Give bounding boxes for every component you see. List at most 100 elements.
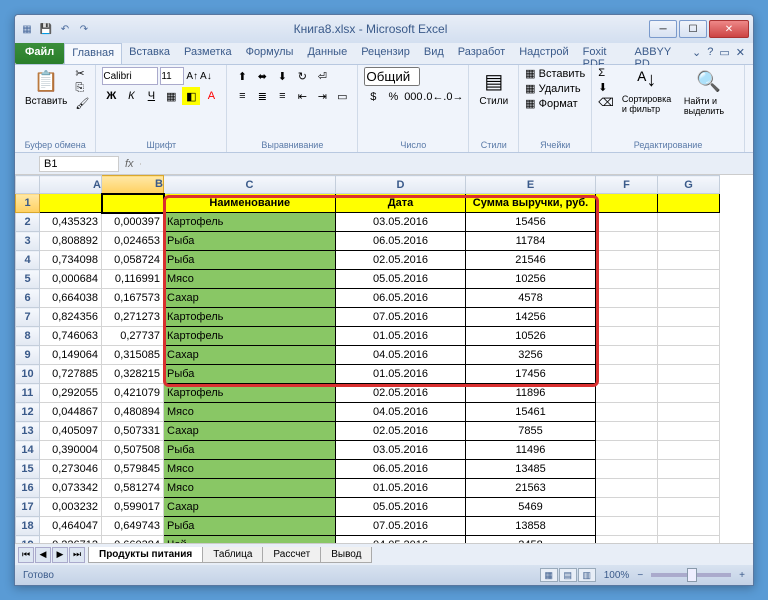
- cell[interactable]: [658, 403, 720, 422]
- cell[interactable]: [596, 346, 658, 365]
- cells-format-button[interactable]: ▦ Формат: [525, 97, 585, 110]
- cell[interactable]: 07.05.2016: [336, 517, 466, 536]
- row-header[interactable]: 18: [16, 517, 40, 536]
- cell[interactable]: 10526: [466, 327, 596, 346]
- cell[interactable]: 0,480894: [102, 403, 164, 422]
- currency-icon[interactable]: $: [364, 88, 382, 106]
- cell[interactable]: Мясо: [164, 460, 336, 479]
- ribbon-tab[interactable]: Вид: [417, 43, 451, 64]
- cell[interactable]: [658, 327, 720, 346]
- cell[interactable]: 06.05.2016: [336, 289, 466, 308]
- cell[interactable]: 11496: [466, 441, 596, 460]
- cell[interactable]: 0,271273: [102, 308, 164, 327]
- grow-font-icon[interactable]: A↑: [186, 71, 198, 82]
- dec-decimal-icon[interactable]: .0→: [444, 88, 462, 106]
- cells-insert-button[interactable]: ▦ Вставить: [525, 67, 585, 80]
- column-header[interactable]: A: [40, 176, 102, 194]
- ribbon-restore-icon[interactable]: ▭: [719, 46, 729, 61]
- formula-input[interactable]: [140, 163, 753, 165]
- cell[interactable]: Сахар: [164, 346, 336, 365]
- cell[interactable]: Сахар: [164, 289, 336, 308]
- sheet-next-icon[interactable]: ▶: [52, 547, 68, 563]
- column-header[interactable]: B: [102, 176, 164, 194]
- qat-redo-icon[interactable]: ↷: [76, 21, 92, 37]
- row-header[interactable]: 15: [16, 460, 40, 479]
- ribbon-close-icon[interactable]: ✕: [736, 46, 745, 61]
- row-header[interactable]: 1: [16, 194, 40, 213]
- cell[interactable]: [596, 251, 658, 270]
- row-header[interactable]: 10: [16, 365, 40, 384]
- row-header[interactable]: 8: [16, 327, 40, 346]
- cell[interactable]: [658, 517, 720, 536]
- orientation-icon[interactable]: ↻: [293, 67, 311, 85]
- cell[interactable]: [596, 536, 658, 544]
- cell[interactable]: 5469: [466, 498, 596, 517]
- cell[interactable]: 0,149064: [40, 346, 102, 365]
- cell[interactable]: 03.05.2016: [336, 441, 466, 460]
- minimize-button[interactable]: ─: [649, 20, 677, 38]
- cell[interactable]: [596, 365, 658, 384]
- sheet-prev-icon[interactable]: ◀: [35, 547, 51, 563]
- cell[interactable]: 0,649743: [102, 517, 164, 536]
- sheet-first-icon[interactable]: ⏮: [18, 547, 34, 563]
- cell[interactable]: [658, 479, 720, 498]
- cell[interactable]: 10256: [466, 270, 596, 289]
- indent-inc-icon[interactable]: ⇥: [313, 87, 331, 105]
- row-header[interactable]: 7: [16, 308, 40, 327]
- cell[interactable]: [658, 365, 720, 384]
- cell[interactable]: 05.05.2016: [336, 498, 466, 517]
- cell[interactable]: Картофель: [164, 308, 336, 327]
- cell[interactable]: 0,435323: [40, 213, 102, 232]
- number-format-select[interactable]: [364, 67, 420, 86]
- cell[interactable]: 04.05.2016: [336, 346, 466, 365]
- worksheet-grid[interactable]: ABCDEFG1НаименованиеДатаСумма выручки, р…: [15, 175, 753, 543]
- shrink-font-icon[interactable]: A↓: [200, 71, 212, 82]
- font-name-input[interactable]: [102, 67, 158, 85]
- cell[interactable]: [596, 213, 658, 232]
- fx-icon[interactable]: fx: [125, 158, 134, 170]
- cell[interactable]: [596, 289, 658, 308]
- font-size-input[interactable]: [160, 67, 184, 85]
- cell[interactable]: Мясо: [164, 403, 336, 422]
- ribbon-tab[interactable]: Разработ: [451, 43, 512, 64]
- zoom-level[interactable]: 100%: [604, 570, 630, 581]
- merge-icon[interactable]: ▭: [333, 87, 351, 105]
- cell[interactable]: 0,27737: [102, 327, 164, 346]
- bold-icon[interactable]: Ж: [102, 87, 120, 105]
- cell[interactable]: Рыба: [164, 441, 336, 460]
- cell[interactable]: Сахар: [164, 498, 336, 517]
- underline-icon[interactable]: Ч: [142, 87, 160, 105]
- autosum-icon[interactable]: Σ: [598, 67, 614, 79]
- cell[interactable]: [40, 194, 102, 213]
- font-color-icon[interactable]: A: [202, 87, 220, 105]
- clear-icon[interactable]: ⌫: [598, 96, 614, 109]
- cell[interactable]: 03.05.2016: [336, 213, 466, 232]
- row-header[interactable]: 12: [16, 403, 40, 422]
- cell[interactable]: [658, 251, 720, 270]
- align-left-icon[interactable]: ≡: [233, 87, 251, 105]
- cell[interactable]: 0,421079: [102, 384, 164, 403]
- cell[interactable]: 0,003232: [40, 498, 102, 517]
- row-header[interactable]: 6: [16, 289, 40, 308]
- cell[interactable]: 0,000684: [40, 270, 102, 289]
- align-bot-icon[interactable]: ⬇: [273, 67, 291, 85]
- cell[interactable]: Сахар: [164, 422, 336, 441]
- cell[interactable]: 06.05.2016: [336, 460, 466, 479]
- zoom-in-icon[interactable]: +: [739, 570, 745, 581]
- cell[interactable]: 04.05.2016: [336, 403, 466, 422]
- minimize-ribbon-icon[interactable]: ⌄: [692, 46, 701, 61]
- cell[interactable]: [658, 441, 720, 460]
- cell[interactable]: [596, 517, 658, 536]
- column-header[interactable]: F: [596, 176, 658, 194]
- cell[interactable]: 21563: [466, 479, 596, 498]
- name-box[interactable]: B1: [39, 156, 119, 172]
- help-icon[interactable]: ?: [707, 46, 713, 61]
- cell[interactable]: 14256: [466, 308, 596, 327]
- ribbon-tab[interactable]: Данные: [300, 43, 354, 64]
- inc-decimal-icon[interactable]: .0←: [424, 88, 442, 106]
- cell[interactable]: 01.05.2016: [336, 365, 466, 384]
- sheet-tab[interactable]: Рассчет: [262, 547, 321, 563]
- find-select-button[interactable]: 🔍Найти и выделить: [680, 67, 738, 118]
- percent-icon[interactable]: %: [384, 88, 402, 106]
- cell[interactable]: 0,058724: [102, 251, 164, 270]
